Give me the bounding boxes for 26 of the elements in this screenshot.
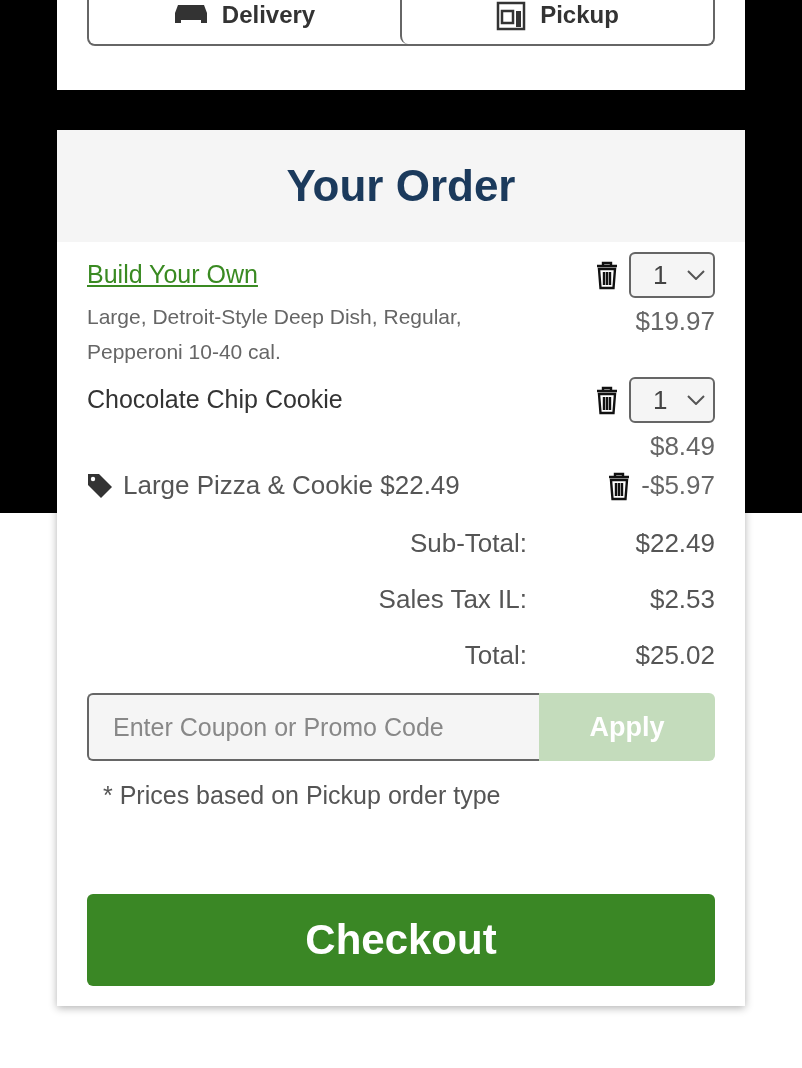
total-value: $22.49	[634, 527, 715, 559]
total-value: $25.02	[634, 639, 715, 671]
tag-icon	[87, 472, 113, 499]
pricing-note: * Prices based on Pickup order type	[103, 781, 502, 810]
trash-icon[interactable]	[595, 385, 619, 415]
chevron-down-icon	[687, 395, 705, 405]
total-label: Sales Tax IL:	[377, 583, 527, 615]
total-value: $2.53	[648, 583, 715, 615]
discount-amount: -$5.97	[641, 470, 715, 501]
checkout-button[interactable]: Checkout	[87, 894, 715, 986]
quantity-select[interactable]: 1	[629, 377, 715, 423]
total-label: Total:	[463, 639, 527, 671]
order-title: Your Order	[286, 161, 516, 211]
item-price: $19.97	[635, 306, 715, 337]
item-name-link[interactable]: Build Your Own	[87, 260, 557, 289]
item-name: Chocolate Chip Cookie	[87, 385, 343, 414]
order-type-button[interactable]: Pickup	[400, 0, 713, 44]
storefront-icon	[496, 1, 527, 31]
quantity-select[interactable]: 1	[629, 252, 715, 298]
chevron-down-icon	[687, 270, 705, 280]
discount-label: Large Pizza & Cookie $22.49	[123, 470, 460, 501]
item-details: Large, Detroit-Style Deep Dish, Regular, Pepperoni 10-40 cal.	[87, 304, 463, 365]
total-label: Sub-Total:	[408, 527, 527, 559]
trash-icon[interactable]	[607, 470, 632, 501]
item-price: $8.49	[649, 431, 715, 462]
trash-icon[interactable]	[595, 260, 619, 290]
